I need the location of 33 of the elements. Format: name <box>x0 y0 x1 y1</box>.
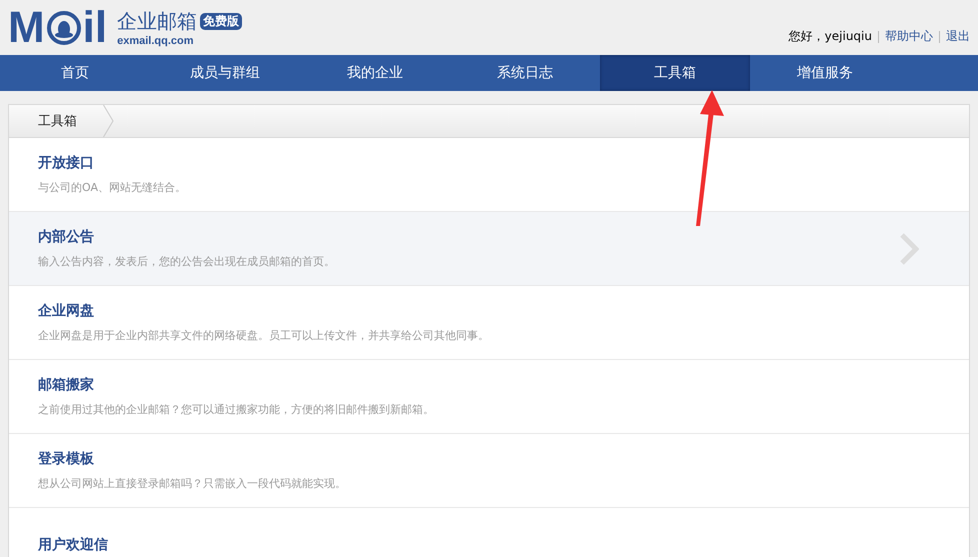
header-link[interactable]: 帮助中心 <box>885 28 933 45</box>
tool-description: 与公司的OA、网站无缝结合。 <box>38 180 186 195</box>
greeting-text: 您好，yejiuqiu <box>788 28 872 45</box>
tool-row[interactable]: 企业网盘 企业网盘是用于企业内部共享文件的网络硬盘。员工可以上传文件，并共享给公司其他同事。 <box>9 286 969 360</box>
nav-tab[interactable]: 增值服务 <box>750 55 900 91</box>
nav-tab[interactable]: 系统日志 <box>450 55 600 91</box>
product-name: 企业邮箱 <box>117 8 198 35</box>
tool-title: 邮箱搬家 <box>38 376 95 394</box>
tool-title: 开放接口 <box>38 154 95 172</box>
header-link[interactable]: 退出 <box>946 28 970 45</box>
tool-description: 企业网盘是用于企业内部共享文件的网络硬盘。员工可以上传文件，并共享给公司其他同事。 <box>38 328 489 343</box>
tool-description: 想从公司网站上直接登录邮箱吗？只需嵌入一段代码就能实现。 <box>38 476 346 491</box>
breadcrumb[interactable]: 工具箱 <box>9 105 103 137</box>
tool-title: 登录模板 <box>38 450 95 468</box>
tool-title: 内部公告 <box>38 228 95 246</box>
nav-tab[interactable]: 工具箱 <box>600 55 750 91</box>
chevron-right-icon <box>899 232 919 264</box>
logo-letters: il <box>82 6 108 50</box>
tool-title: 用户欢迎信 <box>38 536 108 554</box>
tool-row[interactable]: 邮箱搬家 之前使用过其他的企业邮箱？您可以通过搬家功能，方便的将旧邮件搬到新邮箱。 <box>9 360 969 434</box>
logo-letter: M <box>8 6 45 50</box>
nav-tab[interactable]: 首页 <box>0 55 150 91</box>
nav-tab[interactable]: 成员与群组 <box>150 55 300 91</box>
tool-description: 输入公告内容，发表后，您的公告会出现在成员邮箱的首页。 <box>38 254 335 269</box>
nav-tab[interactable]: 我的企业 <box>300 55 450 91</box>
tool-description: 之前使用过其他的企业邮箱？您可以通过搬家功能，方便的将旧邮件搬到新邮箱。 <box>38 402 434 417</box>
domain-text: exmail.qq.com <box>117 35 195 47</box>
edition-badge: 免费版 <box>200 13 242 30</box>
tool-title: 企业网盘 <box>38 302 95 320</box>
tool-row[interactable]: 用户欢迎信 <box>9 508 969 557</box>
tool-row[interactable]: 内部公告 输入公告内容，发表后，您的公告会出现在成员邮箱的首页。 <box>9 212 969 286</box>
penguin-logo-icon <box>46 10 81 44</box>
tool-row[interactable]: 登录模板 想从公司网站上直接登录邮箱吗？只需嵌入一段代码就能实现。 <box>9 434 969 508</box>
